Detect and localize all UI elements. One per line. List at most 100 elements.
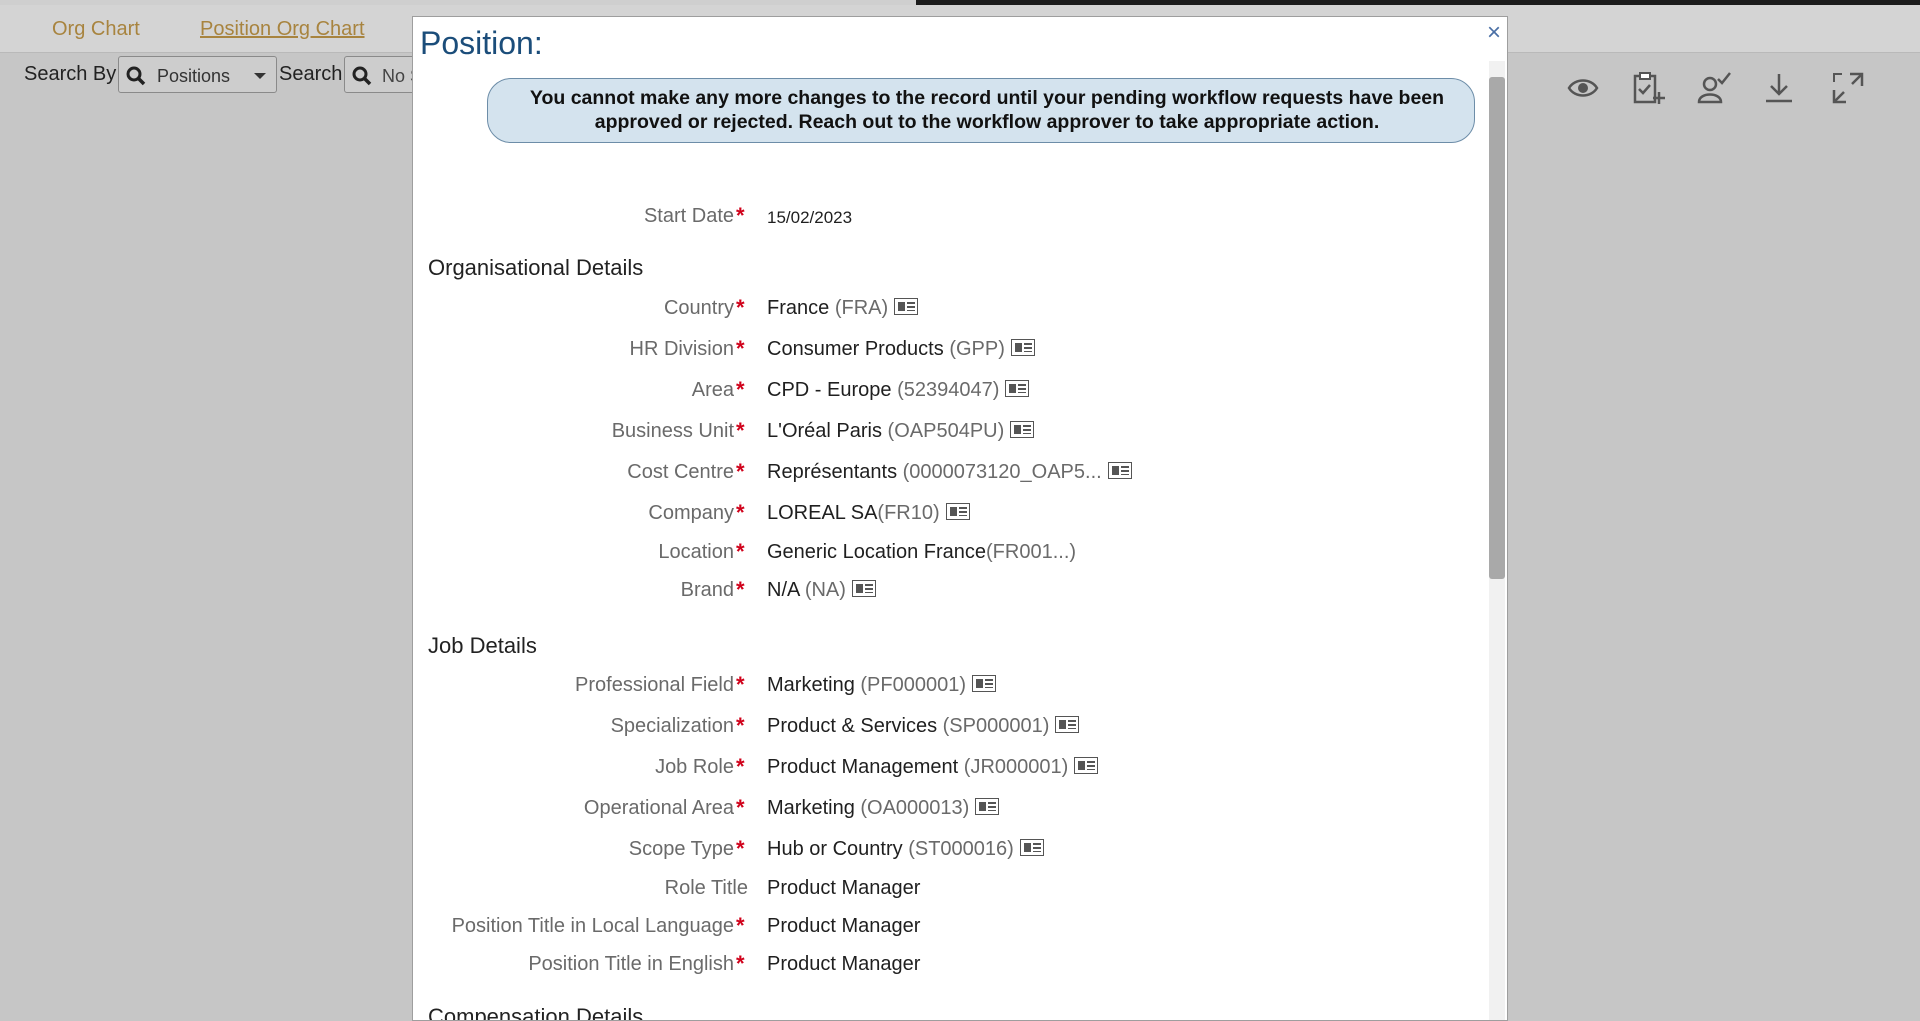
eye-icon[interactable] [1565, 70, 1601, 106]
details-card-icon[interactable] [851, 580, 876, 598]
field-label: Area [691, 379, 734, 401]
field-label: Professional Field [575, 674, 734, 696]
field-label: Job Role [655, 756, 734, 778]
field-value-code: (0000073120_OAP5... [902, 461, 1102, 483]
required-marker: * [736, 539, 745, 564]
field-value: LOREAL SA(FR10) [767, 502, 970, 525]
field-label: HR Division [629, 338, 734, 360]
field-value: CPD - Europe (52394047) [767, 379, 1030, 402]
field-value: Consumer Products (GPP) [767, 338, 1035, 361]
required-marker: * [736, 459, 745, 484]
download-icon[interactable] [1761, 70, 1797, 106]
field-value: Product Manager [767, 915, 920, 938]
field-row: Specialization * Product & Services (SP000… [413, 713, 1493, 745]
field-row: Scope Type * Hub or Country (ST000016) [413, 836, 1493, 868]
field-row: Business Unit * L'Oréal Paris (OAP504PU) [413, 418, 1493, 450]
details-card-icon[interactable] [945, 503, 970, 521]
fullscreen-icon[interactable] [1830, 70, 1866, 106]
field-label: Cost Centre [627, 461, 734, 483]
field-row: Role Title Product Manager [413, 877, 1493, 907]
field-label: Specialization [610, 715, 734, 737]
field-value: Product Manager [767, 877, 920, 900]
details-card-icon[interactable] [975, 798, 1000, 816]
field-value-text: CPD - Europe [767, 379, 892, 401]
field-row: Job Role * Product Management (JR000001) [413, 754, 1493, 786]
field-value-text: Product & Services [767, 715, 938, 737]
field-value-text: Marketing [767, 797, 855, 819]
field-value-code: (FRA) [834, 297, 889, 319]
details-card-icon[interactable] [972, 675, 996, 693]
close-icon[interactable]: × [1487, 21, 1501, 45]
field-label: Role Title [664, 877, 748, 899]
field-value-code: (FR10) [877, 502, 940, 524]
field-value-code: (OA000013) [860, 797, 970, 819]
field-label: Position Title in Local Language [451, 915, 734, 937]
required-marker: * [736, 500, 745, 525]
field-value-code: (52394047) [897, 379, 1000, 401]
field-row: Company * LOREAL SA(FR10) [413, 500, 1493, 532]
details-card-icon[interactable] [1005, 380, 1030, 398]
field-value: Generic Location France(FR001...) [767, 541, 1076, 564]
workflow-notice: You cannot make any more changes to the … [487, 78, 1475, 143]
field-label: Country [663, 297, 734, 319]
details-card-icon[interactable] [1010, 339, 1035, 357]
search-icon [125, 65, 147, 92]
field-value-text: Product Management [767, 756, 959, 778]
field-value-code: (JR000001) [963, 756, 1069, 778]
field-value-text: Product Manager [767, 877, 921, 899]
field-value-code: (SP000001) [942, 715, 1050, 737]
chevron-down-icon [254, 73, 266, 79]
details-card-icon[interactable] [1074, 757, 1099, 775]
required-marker: * [736, 377, 745, 402]
required-marker: * [736, 754, 745, 779]
user-check-icon[interactable] [1696, 70, 1732, 106]
field-value-text: LOREAL SA [767, 502, 878, 524]
details-card-icon[interactable] [1010, 421, 1035, 439]
position-dialog: Position: × You cannot make any more cha… [412, 16, 1508, 1021]
clipboard-add-icon[interactable] [1630, 70, 1666, 106]
field-label: Operational Area [583, 797, 734, 819]
required-marker: * [736, 577, 745, 602]
section-organisational-details: Organisational Details [428, 255, 644, 280]
field-row: Cost Centre * Représentants (0000073120_OA… [413, 459, 1493, 491]
field-value-text: Generic Location France [767, 541, 987, 563]
search-icon [351, 65, 373, 92]
field-value-text: L'Oréal Paris [767, 420, 882, 442]
field-row: Position Title in English * Product Manage… [413, 951, 1493, 983]
field-row: Country * France (FRA) [413, 295, 1493, 327]
field-row: Operational Area * Marketing (OA000013) [413, 795, 1493, 827]
search-by-select[interactable]: Positions [118, 56, 277, 93]
field-value-text: Représentants [767, 461, 898, 483]
field-value-text: Hub or Country [767, 838, 903, 860]
details-card-icon[interactable] [894, 298, 919, 316]
required-marker: * [736, 295, 745, 320]
field-row: Location * Generic Location France(FR001..… [413, 539, 1493, 571]
field-row: HR Division * Consumer Products (GPP) [413, 336, 1493, 368]
required-marker: * [736, 795, 745, 820]
field-row: Professional Field * Marketing (PF000001) [413, 672, 1493, 704]
field-value-code: (GPP) [949, 338, 1005, 360]
field-value: Représentants (0000073120_OAP5... [767, 461, 1132, 484]
field-row: Position Title in Local Language * Product… [413, 913, 1493, 945]
field-start-date: Start Date * 15/02/2023 [413, 203, 1493, 235]
field-label: Company [648, 502, 734, 524]
details-card-icon[interactable] [1107, 462, 1132, 480]
required-marker: * [736, 713, 745, 738]
field-value-text: N/A [767, 579, 800, 601]
required-marker: * [736, 418, 745, 443]
field-value-code: (NA) [804, 579, 846, 601]
details-card-icon[interactable] [1055, 716, 1080, 734]
field-label: Position Title in English [528, 953, 734, 975]
field-label: Start Date [643, 205, 734, 227]
field-value-text: Product Manager [767, 953, 921, 975]
details-card-icon[interactable] [1019, 839, 1044, 857]
field-value-text: Consumer Products [767, 338, 944, 360]
tab-position-org-chart[interactable]: Position Org Chart [200, 18, 365, 41]
required-marker: * [736, 336, 745, 361]
tab-org-chart[interactable]: Org Chart [52, 18, 140, 41]
search-by-label: Search By [24, 63, 117, 85]
field-label: Brand [680, 579, 734, 601]
search-by-value: Positions [157, 66, 231, 86]
field-value: L'Oréal Paris (OAP504PU) [767, 420, 1035, 443]
dialog-title: Position: [420, 25, 543, 61]
